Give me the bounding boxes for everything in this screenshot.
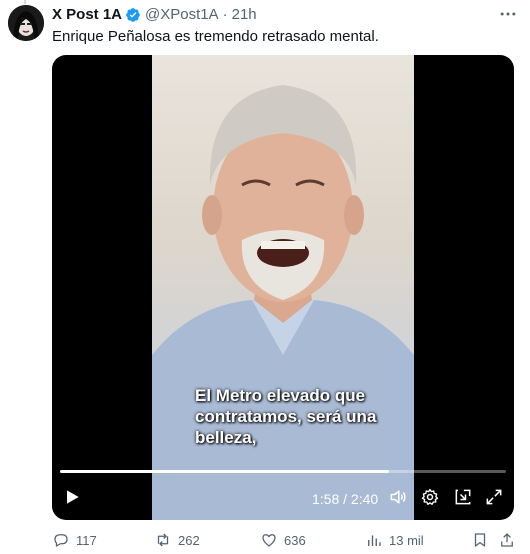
volume-icon[interactable]	[388, 487, 410, 509]
video-timecode: 1:58 / 2:40	[312, 491, 379, 507]
verified-badge-icon	[125, 7, 141, 23]
subtitle-line: contratamos, será una	[195, 407, 377, 426]
video-subtitles: El Metro elevado que contratamos, será u…	[195, 385, 415, 448]
post-timestamp[interactable]: 21h	[232, 6, 257, 23]
tweet-text: Enrique Peñalosa es tremendo retrasado m…	[52, 28, 379, 45]
heart-icon	[262, 534, 276, 547]
reply-count: 117	[76, 532, 97, 548]
video-progress-bar[interactable]	[60, 470, 506, 473]
video-progress-fill	[60, 470, 389, 473]
display-name[interactable]: X Post 1A	[52, 6, 122, 23]
video-player[interactable]: El Metro elevado que contratamos, será u…	[52, 55, 514, 520]
gear-icon[interactable]	[420, 487, 442, 509]
bookmark-icon	[474, 533, 486, 547]
subtitle-line: belleza,	[195, 428, 257, 447]
more-dots-icon[interactable]	[498, 4, 520, 26]
tweet-header: X Post 1A @XPost1A · 21h	[52, 6, 257, 23]
like-count: 636	[284, 532, 306, 548]
repost-count: 262	[178, 532, 200, 548]
user-handle[interactable]: @XPost1A	[145, 6, 219, 23]
picture-in-picture-icon[interactable]	[453, 487, 475, 509]
tweet-actions: 117 262 636 13 mil	[52, 531, 514, 551]
reply-icon	[54, 534, 68, 547]
fullscreen-icon[interactable]	[484, 487, 506, 509]
video-frame	[152, 55, 414, 520]
avatar[interactable]	[8, 5, 44, 41]
repost-icon	[157, 533, 169, 547]
share-icon	[501, 533, 513, 547]
view-count: 13 mil	[389, 532, 424, 548]
separator-dot: ·	[222, 6, 228, 23]
reply-button[interactable]: 117	[52, 531, 97, 549]
avatar-image	[8, 5, 44, 41]
play-icon[interactable]	[62, 487, 84, 509]
like-button[interactable]: 636	[260, 531, 306, 549]
views-bar-chart-icon	[368, 535, 381, 546]
tweet[interactable]: X Post 1A @XPost1A · 21h Enrique Peñalos…	[0, 0, 530, 554]
share-button[interactable]	[498, 531, 522, 549]
subtitle-line: El Metro elevado que	[195, 386, 366, 405]
views-button[interactable]: 13 mil	[365, 531, 424, 549]
bookmark-button[interactable]	[471, 531, 495, 549]
video-thumbnail	[152, 85, 414, 520]
repost-button[interactable]: 262	[154, 531, 200, 549]
